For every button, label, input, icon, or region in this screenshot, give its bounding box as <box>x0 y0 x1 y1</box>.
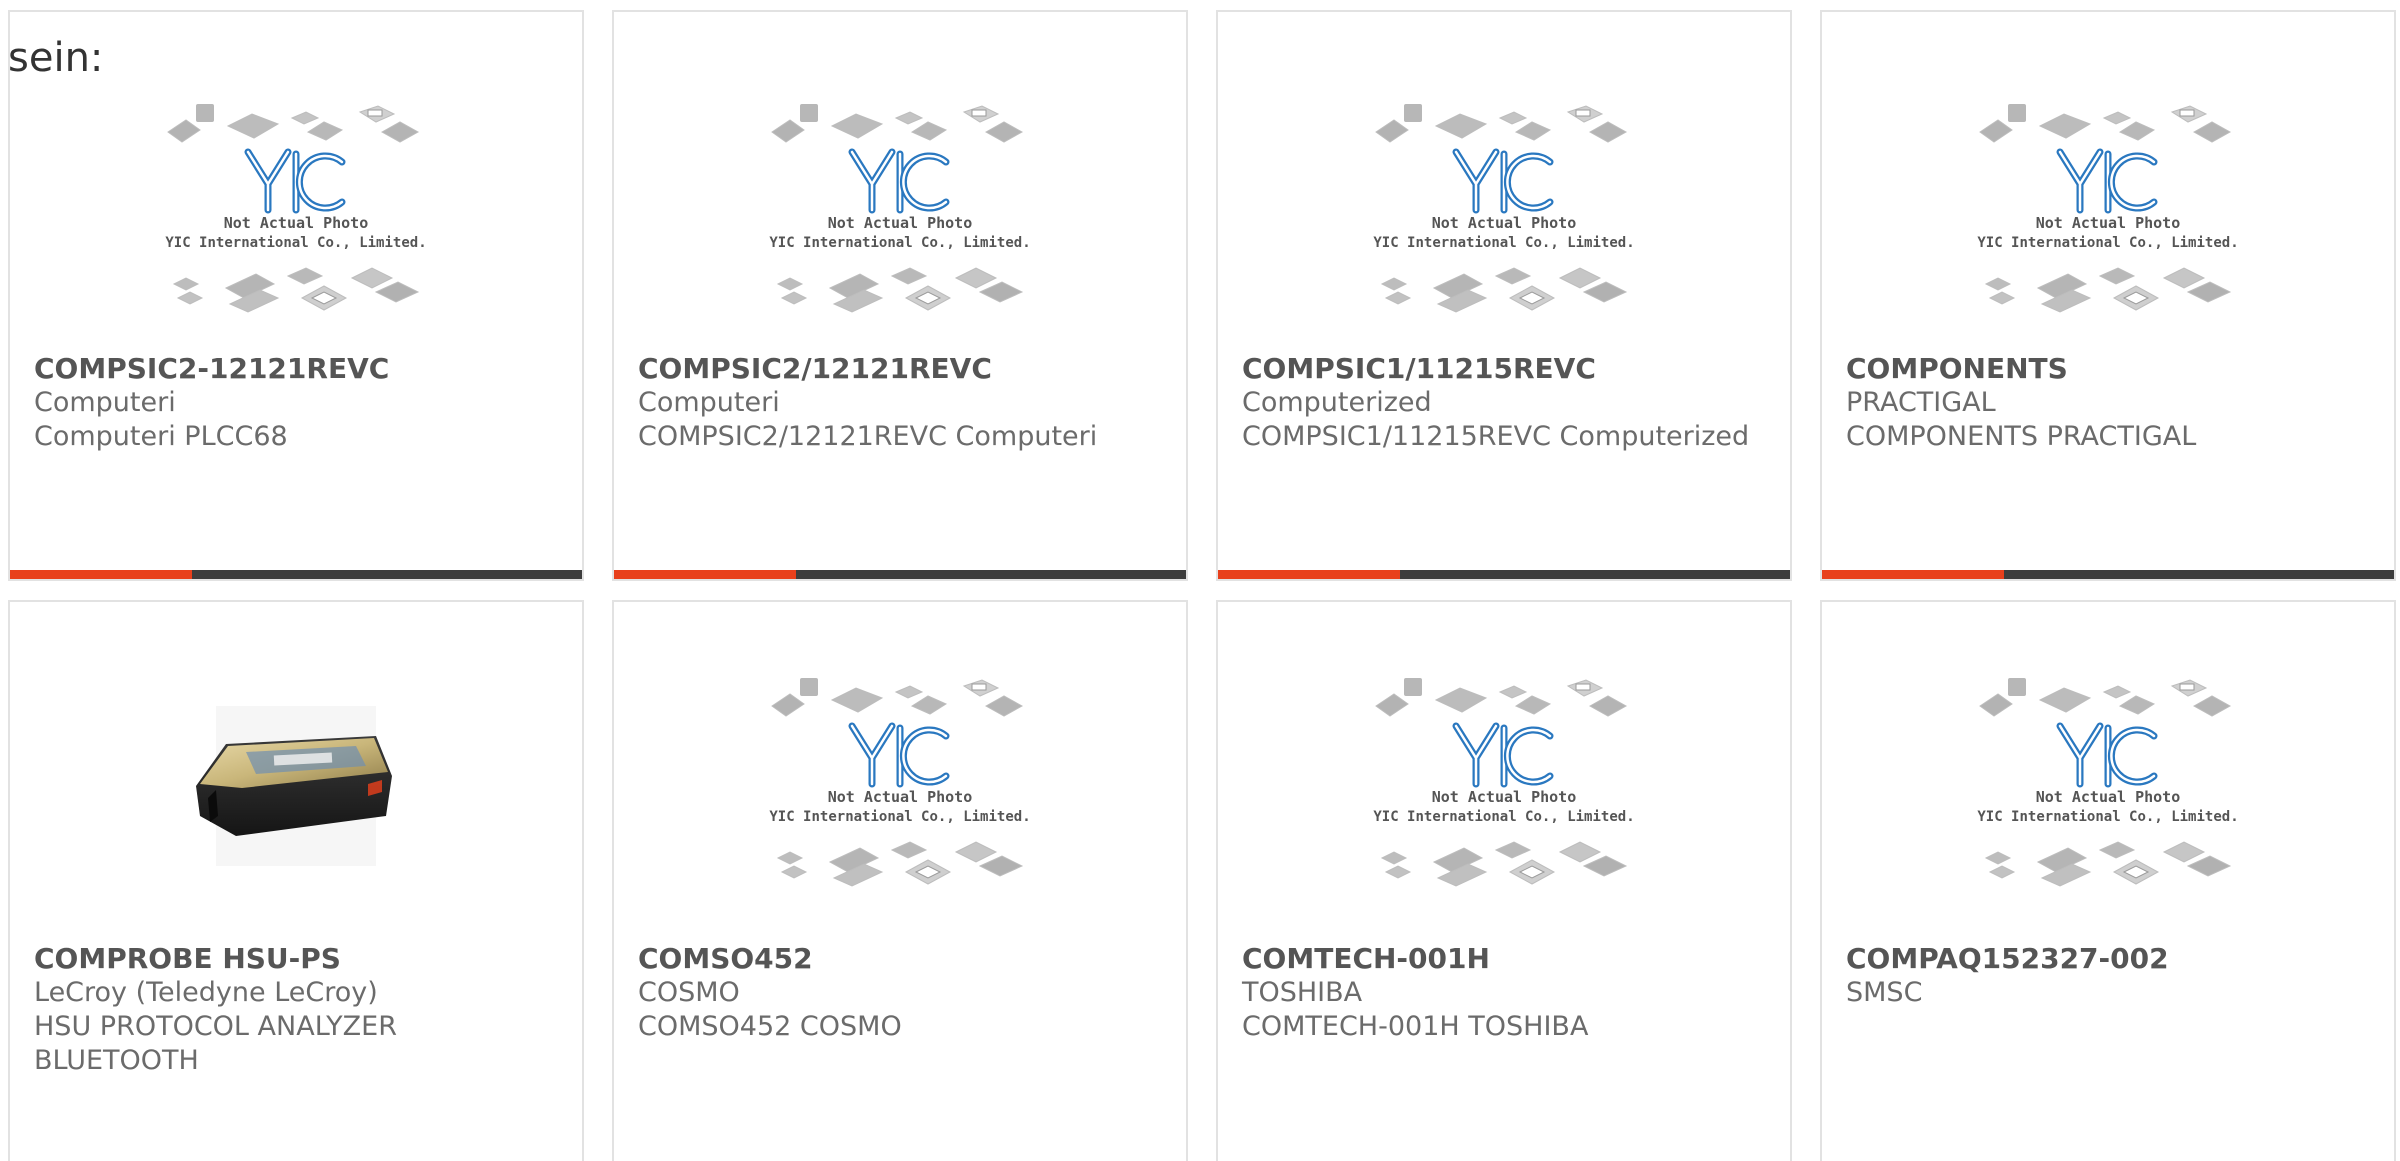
yic-placeholder-graphic: Not Actual Photo YIC International Co., L… <box>1977 678 2239 887</box>
yic-logo <box>848 722 950 788</box>
product-info: COMPSIC2-12121REVC Computeri Computeri P… <box>34 352 562 454</box>
placeholder-line-1: Not Actual Photo <box>1432 214 1577 232</box>
product-brand: Computerized <box>1242 387 1432 418</box>
product-placeholder-image[interactable]: Not Actual Photo YIC International Co., L… <box>10 92 582 342</box>
product-card[interactable]: Not Actual Photo YIC International Co., L… <box>1820 10 2396 581</box>
yic-logo <box>2056 722 2158 788</box>
placeholder-line-2: YIC International Co., Limited. <box>1373 235 1634 251</box>
product-info: COMTECH-001H TOSHIBA COMTECH-001H TOSHIB… <box>1242 942 1770 1044</box>
chip-icons-top <box>771 104 1024 143</box>
product-info: COMPSIC2/12121REVC Computeri COMPSIC2/12… <box>638 352 1166 454</box>
product-description: Computeri PLCC68 <box>34 421 288 452</box>
product-part-number[interactable]: COMPSIC2/12121REVC <box>638 352 1166 386</box>
chip-icons-bottom <box>1984 841 2232 887</box>
product-card[interactable]: Not Actual Photo YIC International Co., L… <box>1820 600 2396 1161</box>
chip-icons-bottom <box>1380 841 1628 887</box>
product-card[interactable]: Not Actual Photo YIC International Co., L… <box>612 600 1188 1161</box>
product-part-number[interactable]: COMPSIC1/11215REVC <box>1242 352 1770 386</box>
yic-placeholder-graphic: Not Actual Photo YIC International Co., L… <box>1373 104 1635 313</box>
chip-icons-bottom <box>1984 267 2232 313</box>
product-brand: TOSHIBA <box>1242 977 1363 1008</box>
product-card[interactable]: Not Actual Photo YIC International Co., L… <box>612 10 1188 581</box>
card-accent-bar <box>1822 570 2394 579</box>
yic-placeholder-graphic: Not Actual Photo YIC International Co., L… <box>769 104 1031 313</box>
placeholder-line-1: Not Actual Photo <box>2036 214 2181 232</box>
chip-icons-top <box>1375 104 1628 143</box>
product-description: HSU PROTOCOL ANALYZER BLUETOOTH <box>34 1011 397 1076</box>
protocol-analyzer-device-image <box>196 706 392 866</box>
chip-icons-bottom <box>1380 267 1628 313</box>
product-description: COMTECH-001H TOSHIBA <box>1242 1011 1589 1042</box>
product-info: COMPSIC1/11215REVC Computerized COMPSIC1… <box>1242 352 1770 454</box>
product-card[interactable]: COMPROBE HSU-PS LeCroy (Teledyne LeCroy)… <box>8 600 584 1161</box>
product-description: COMSO452 COSMO <box>638 1011 902 1042</box>
placeholder-line-2: YIC International Co., Limited. <box>769 809 1030 825</box>
product-photo[interactable] <box>10 666 582 916</box>
product-placeholder-image[interactable]: Not Actual Photo YIC International Co., L… <box>614 666 1186 916</box>
product-description: COMPSIC2/12121REVC Computeri <box>638 421 1098 452</box>
yic-placeholder-graphic: Not Actual Photo YIC International Co., L… <box>165 104 427 313</box>
product-info: COMPONENTS PRACTIGAL COMPONENTS PRACTIGA… <box>1846 352 2374 454</box>
chip-icons-bottom <box>776 267 1024 313</box>
card-accent-bar <box>1218 570 1790 579</box>
chip-icons-bottom <box>172 267 420 313</box>
product-placeholder-image[interactable]: Not Actual Photo YIC International Co., L… <box>1822 666 2394 916</box>
product-card[interactable]: Not Actual Photo YIC International Co., L… <box>1216 10 1792 581</box>
placeholder-line-1: Not Actual Photo <box>224 214 369 232</box>
product-part-number[interactable]: COMSO452 <box>638 942 1166 976</box>
product-placeholder-image[interactable]: Not Actual Photo YIC International Co., L… <box>1218 666 1790 916</box>
placeholder-line-2: YIC International Co., Limited. <box>1977 235 2238 251</box>
chip-icons-top <box>771 678 1024 717</box>
product-brand: Computeri <box>34 387 176 418</box>
yic-logo <box>1452 722 1554 788</box>
lead-text: sein: <box>8 35 104 81</box>
yic-placeholder-graphic: Not Actual Photo YIC International Co., L… <box>1373 678 1635 887</box>
product-info: COMPAQ152327-002 SMSC <box>1846 942 2374 1010</box>
chip-icons-bottom <box>776 841 1024 887</box>
product-info: COMPROBE HSU-PS LeCroy (Teledyne LeCroy)… <box>34 942 562 1078</box>
product-placeholder-image[interactable]: Not Actual Photo YIC International Co., L… <box>614 92 1186 342</box>
placeholder-line-1: Not Actual Photo <box>828 214 973 232</box>
product-info: COMSO452 COSMO COMSO452 COSMO <box>638 942 1166 1044</box>
yic-placeholder-graphic: Not Actual Photo YIC International Co., L… <box>769 678 1031 887</box>
card-accent-bar <box>10 570 582 579</box>
placeholder-line-1: Not Actual Photo <box>1432 788 1577 806</box>
product-part-number[interactable]: COMPSIC2-12121REVC <box>34 352 562 386</box>
chip-icons-top <box>1375 678 1628 717</box>
product-brand: Computeri <box>638 387 780 418</box>
product-card[interactable]: Not Actual Photo YIC International Co., L… <box>1216 600 1792 1161</box>
product-part-number[interactable]: COMPAQ152327-002 <box>1846 942 2374 976</box>
yic-logo <box>244 148 346 214</box>
product-brand: COSMO <box>638 977 740 1008</box>
card-accent-bar <box>614 570 1186 579</box>
chip-icons-top <box>1979 678 2232 717</box>
product-brand: LeCroy (Teledyne LeCroy) <box>34 977 378 1008</box>
product-description: COMPONENTS PRACTIGAL <box>1846 421 2197 452</box>
product-brand: PRACTIGAL <box>1846 387 1996 418</box>
placeholder-line-1: Not Actual Photo <box>2036 788 2181 806</box>
placeholder-line-2: YIC International Co., Limited. <box>165 235 426 251</box>
product-part-number[interactable]: COMTECH-001H <box>1242 942 1770 976</box>
placeholder-line-2: YIC International Co., Limited. <box>1373 809 1634 825</box>
placeholder-line-1: Not Actual Photo <box>828 788 973 806</box>
chip-icons-top <box>1979 104 2232 143</box>
product-card[interactable]: Not Actual Photo YIC International Co., L… <box>8 10 584 581</box>
product-part-number[interactable]: COMPROBE HSU-PS <box>34 942 562 976</box>
chip-icons-top <box>167 104 420 143</box>
product-placeholder-image[interactable]: Not Actual Photo YIC International Co., L… <box>1822 92 2394 342</box>
product-brand: SMSC <box>1846 977 1923 1008</box>
yic-logo <box>848 148 950 214</box>
product-description: COMPSIC1/11215REVC Computerized <box>1242 421 1750 452</box>
product-placeholder-image[interactable]: Not Actual Photo YIC International Co., L… <box>1218 92 1790 342</box>
product-grid-page: Not Actual Photo YIC International Co., L… <box>0 0 2400 1161</box>
yic-logo <box>2056 148 2158 214</box>
yic-placeholder-graphic: Not Actual Photo YIC International Co., L… <box>1977 104 2239 313</box>
placeholder-line-2: YIC International Co., Limited. <box>769 235 1030 251</box>
placeholder-line-2: YIC International Co., Limited. <box>1977 809 2238 825</box>
product-part-number[interactable]: COMPONENTS <box>1846 352 2374 386</box>
yic-logo <box>1452 148 1554 214</box>
